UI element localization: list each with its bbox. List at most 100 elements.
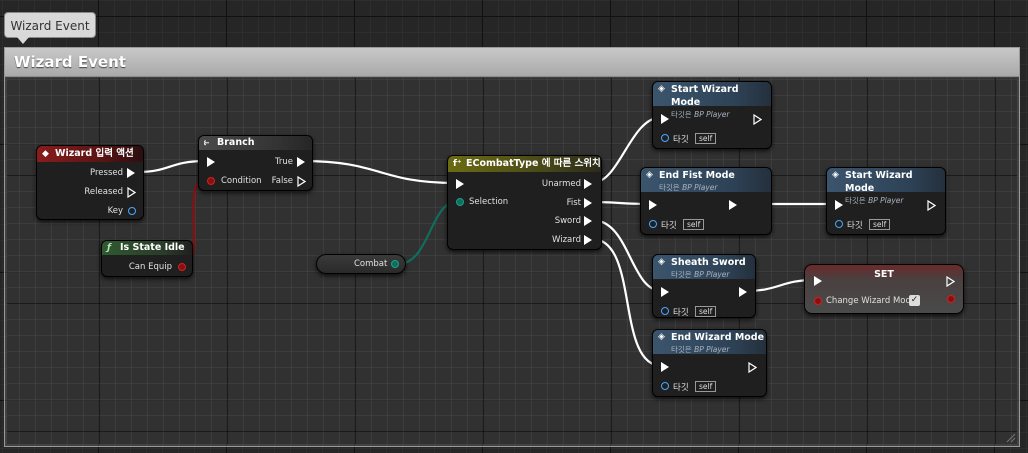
- wizard-label: Wizard: [552, 235, 581, 245]
- change-wizard-mode-checkbox[interactable]: ✓: [909, 295, 920, 306]
- combat-label: Combat: [354, 259, 388, 269]
- key-label: Key: [107, 206, 123, 216]
- graph-tab[interactable]: Wizard Event: [4, 12, 96, 44]
- unarmed-label: Unarmed: [541, 179, 581, 189]
- switch-header[interactable]: f⁺ ECombatType 에 따른 스위치: [448, 156, 601, 172]
- end-wizard-self-field[interactable]: self: [695, 381, 717, 392]
- start-wizard-mode-2-header[interactable]: ◈ Start Wizard Mode 타깃은 BP Player: [827, 168, 945, 205]
- subtitle-target: BP Player: [694, 345, 730, 354]
- branch-title: Branch: [217, 137, 255, 148]
- unarmed-exec-pin[interactable]: [584, 179, 592, 189]
- branch-node[interactable]: ⥼ Branch Condition True False: [198, 135, 313, 191]
- end-wizard-mode-header[interactable]: ◈ End Wizard Mode 타깃은 BP Player: [653, 330, 766, 354]
- change-wizard-mode-in-pin[interactable]: [814, 297, 822, 305]
- start-wizard-1-exec-in[interactable]: [661, 114, 669, 124]
- start-wizard-mode-node-2[interactable]: ◈ Start Wizard Mode 타깃은 BP Player 타깃 sel…: [826, 167, 946, 235]
- resize-grip-icon[interactable]: [1006, 433, 1016, 443]
- start-wizard-mode-node-1[interactable]: ◈ Start Wizard Mode 타깃은 BP Player 타깃 sel…: [652, 81, 772, 149]
- can-equip-pin[interactable]: [178, 263, 186, 271]
- end-wizard-exec-out[interactable]: [748, 362, 757, 373]
- end-wizard-target-pin[interactable]: [661, 382, 669, 390]
- start-wizard-2-exec-in[interactable]: [835, 200, 843, 210]
- end-wizard-exec-in[interactable]: [661, 362, 669, 372]
- sheath-sword-node[interactable]: ◈ Sheath Sword 타깃은 BP Player 타깃 self: [652, 254, 756, 318]
- sword-label: Sword: [554, 216, 581, 226]
- event-diamond-icon: ◆: [42, 149, 49, 159]
- fist-label: Fist: [566, 198, 581, 208]
- end-fist-exec-in[interactable]: [649, 200, 657, 210]
- end-fist-mode-title: End Fist Mode: [659, 170, 735, 181]
- false-label: False: [271, 176, 293, 186]
- function-f-icon: ƒ: [107, 243, 111, 253]
- end-fist-target-label: 타깃: [661, 221, 677, 231]
- released-label: Released: [84, 187, 123, 197]
- set-exec-in[interactable]: [814, 276, 822, 286]
- sheath-sword-exec-out[interactable]: [739, 287, 747, 297]
- start-wizard-1-exec-out[interactable]: [753, 114, 762, 125]
- true-exec-pin[interactable]: [297, 157, 305, 167]
- end-wizard-mode-node[interactable]: ◈ End Wizard Mode 타깃은 BP Player 타깃 self: [652, 329, 767, 397]
- end-fist-mode-header[interactable]: ◈ End Fist Mode 타깃은 BP Player: [641, 168, 771, 192]
- can-equip-label: Can Equip: [128, 262, 172, 272]
- end-wizard-mode-title: End Wizard Mode: [671, 332, 765, 343]
- branch-exec-in-pin[interactable]: [207, 157, 215, 167]
- function-diamond-icon: ◈: [658, 84, 665, 94]
- fist-exec-pin[interactable]: [584, 198, 592, 208]
- branch-icon: ⥼: [204, 138, 210, 148]
- set-node[interactable]: SET Change Wizard Mode ✓: [804, 264, 964, 314]
- released-exec-pin[interactable]: [127, 187, 136, 198]
- start-wizard-2-exec-out[interactable]: [927, 200, 936, 211]
- end-wizard-target-label: 타깃: [673, 383, 689, 393]
- comment-title[interactable]: Wizard Event: [5, 48, 1019, 77]
- key-pin[interactable]: [128, 207, 136, 215]
- start-wizard-mode-1-title: Start Wizard Mode: [671, 84, 739, 108]
- sheath-sword-target-pin[interactable]: [661, 307, 669, 315]
- end-fist-mode-node[interactable]: ◈ End Fist Mode 타깃은 BP Player 타깃 self: [640, 167, 772, 235]
- sheath-sword-title: Sheath Sword: [671, 257, 746, 268]
- sword-exec-pin[interactable]: [584, 216, 592, 226]
- change-wizard-mode-out-pin[interactable]: [947, 295, 955, 303]
- subtitle-prefix: 타깃은: [659, 183, 680, 192]
- selection-pin[interactable]: [456, 198, 464, 206]
- end-fist-target-pin[interactable]: [649, 220, 657, 228]
- sheath-sword-subtitle: 타깃은 BP Player: [671, 268, 755, 281]
- switch-node[interactable]: f⁺ ECombatType 에 따른 스위치 Selection Unarme…: [447, 155, 602, 250]
- subtitle-target: BP Player: [694, 110, 730, 119]
- set-exec-out[interactable]: [946, 276, 955, 287]
- start-wizard-mode-1-header[interactable]: ◈ Start Wizard Mode 타깃은 BP Player: [653, 82, 771, 119]
- start-wizard-2-target-pin[interactable]: [835, 220, 843, 228]
- subtitle-prefix: 타깃은: [845, 196, 866, 205]
- start-wizard-1-target-pin[interactable]: [661, 134, 669, 142]
- switch-exec-in-pin[interactable]: [456, 179, 464, 189]
- condition-pin[interactable]: [207, 177, 215, 185]
- end-fist-self-field[interactable]: self: [683, 219, 705, 230]
- selection-label: Selection: [469, 197, 509, 207]
- wizard-exec-pin[interactable]: [584, 235, 592, 245]
- combat-variable-node[interactable]: Combat: [316, 254, 406, 274]
- sheath-sword-header[interactable]: ◈ Sheath Sword 타깃은 BP Player: [653, 255, 755, 279]
- graph-tab-label: Wizard Event: [10, 19, 90, 33]
- sheath-sword-target-label: 타깃: [673, 308, 689, 318]
- start-wizard-1-self-field[interactable]: self: [695, 133, 717, 144]
- function-diamond-icon: ◈: [646, 170, 653, 180]
- sheath-sword-self-field[interactable]: self: [695, 306, 717, 317]
- function-diamond-icon: ◈: [832, 170, 839, 180]
- branch-header[interactable]: ⥼ Branch: [199, 136, 312, 150]
- is-state-idle-header[interactable]: ƒ Is State Idle: [102, 241, 192, 255]
- switch-icon: f⁺: [453, 159, 462, 169]
- function-diamond-icon: ◈: [658, 332, 665, 342]
- pressed-exec-pin[interactable]: [127, 168, 135, 178]
- is-state-idle-node[interactable]: ƒ Is State Idle Can Equip: [101, 240, 193, 277]
- end-fist-exec-out[interactable]: [729, 200, 737, 210]
- start-wizard-2-self-field[interactable]: self: [869, 219, 891, 230]
- start-wizard-2-target-label: 타깃: [847, 221, 863, 231]
- is-state-idle-title: Is State Idle: [120, 242, 185, 253]
- start-wizard-mode-2-title: Start Wizard Mode: [845, 170, 913, 194]
- sheath-sword-exec-in[interactable]: [661, 287, 669, 297]
- switch-title: ECombatType 에 따른 스위치: [466, 158, 601, 169]
- input-action-node[interactable]: ◆ Wizard 입력 액션 Pressed Released Key: [36, 145, 144, 220]
- end-fist-mode-subtitle: 타깃은 BP Player: [659, 181, 771, 194]
- combat-out-pin[interactable]: [391, 260, 399, 268]
- false-exec-pin[interactable]: [297, 176, 306, 187]
- input-action-header[interactable]: ◆ Wizard 입력 액션: [37, 146, 143, 162]
